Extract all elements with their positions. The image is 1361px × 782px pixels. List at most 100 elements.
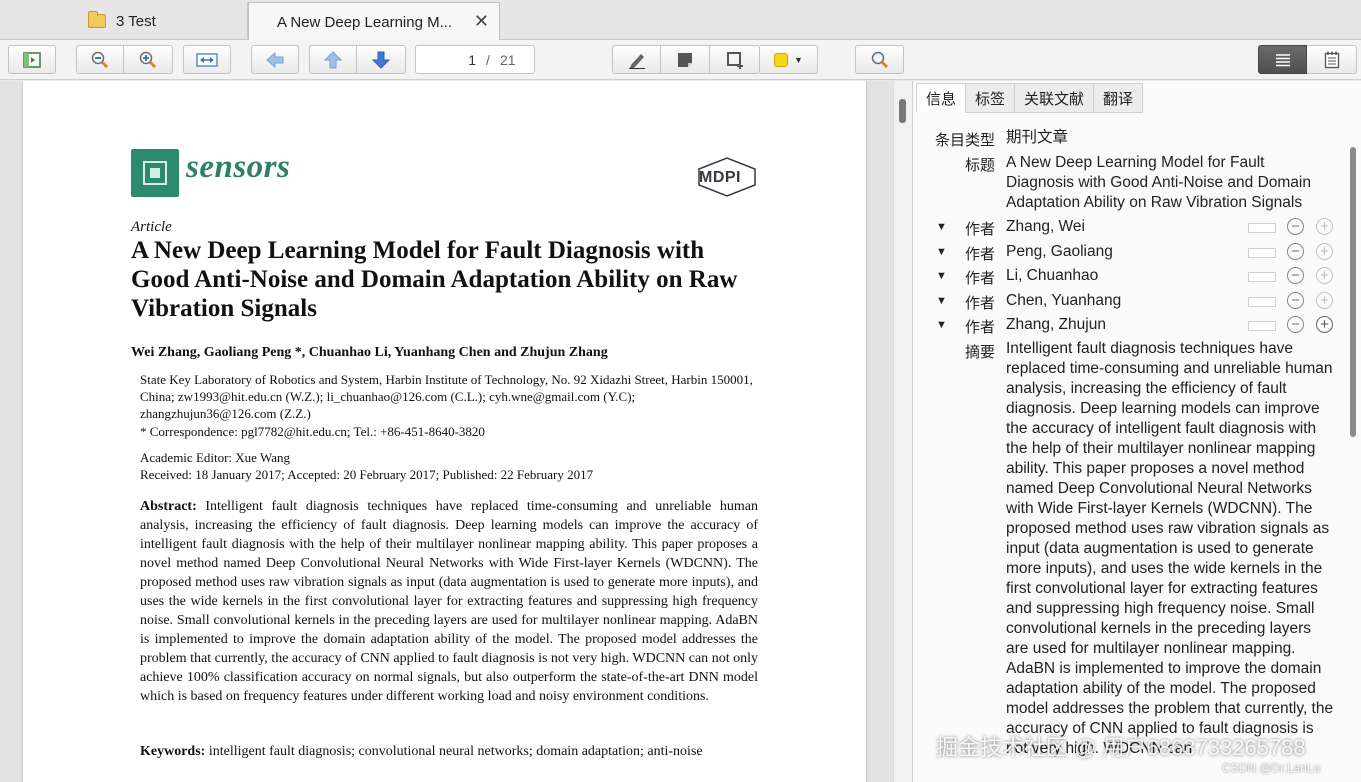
back-button[interactable] [251,45,299,74]
highlight-color-picker[interactable]: ▼ [760,45,818,74]
color-swatch [774,52,789,67]
journal-logo [131,149,179,197]
page-number-field[interactable]: 1 / 21 [415,45,535,74]
page-separator: / [486,52,490,68]
author-label[interactable]: 作者 [915,316,995,337]
page-total: 21 [500,52,516,68]
folder-icon [88,11,106,28]
area-select-button[interactable] [710,45,760,74]
page-number-input[interactable]: 1 [424,52,476,68]
abstract-label: Abstract: [140,499,197,514]
chevron-down-icon: ▼ [794,54,803,65]
article-type: Article [131,219,172,235]
publisher-name: MDPI [699,169,741,186]
abstract-value[interactable]: Intelligent fault diagnosis techniques h… [1006,339,1336,759]
name-mode-toggle[interactable] [1248,248,1276,258]
zoom-in-button[interactable] [124,45,173,74]
title-label: 标题 [964,157,995,174]
viewer-scroll-thumb[interactable] [899,99,906,123]
remove-author-button[interactable]: − [1287,218,1304,235]
pdf-viewer[interactable]: sensors MDPI Article A New Deep Learning… [0,81,893,782]
remove-author-button[interactable]: − [1287,316,1304,333]
reader-toolbar: 1 / 21 ▼ [0,40,1361,80]
tab-related[interactable]: 关联文献 [1014,83,1094,113]
publication-dates: Received: 18 January 2017; Accepted: 20 … [140,467,594,482]
notes-pane-toggle[interactable] [1307,45,1357,74]
search-icon [871,51,888,68]
tab-library[interactable]: 3 Test [0,2,248,40]
search-button[interactable] [855,45,904,74]
zoom-out-button[interactable] [76,45,124,74]
keywords-body: intelligent fault diagnosis; convolution… [208,744,703,759]
tab-translate[interactable]: 翻译 [1093,83,1144,113]
app-window: 3 Test A New Deep Learning M... ✕ 1 / 21… [0,0,1361,782]
item-pane-scroll-thumb[interactable] [1350,147,1356,437]
highlight-tool-button[interactable] [612,45,661,74]
name-mode-toggle[interactable] [1248,223,1276,233]
title-value[interactable]: A New Deep Learning Model for Fault Diag… [1006,153,1336,213]
note-icon [678,52,692,67]
area-select-icon [726,51,743,69]
name-mode-toggle[interactable] [1248,297,1276,307]
paper-keywords: Keywords: intelligent fault diagnosis; c… [140,744,780,760]
add-author-button[interactable]: + [1316,243,1333,260]
add-author-button[interactable]: + [1316,218,1333,235]
lines-icon [1275,53,1290,66]
arrow-left-icon [266,51,284,68]
author-name[interactable]: Peng, Gaoliang [1006,242,1113,262]
item-type-label: 条目类型 [934,132,995,149]
author-label[interactable]: 作者 [915,243,995,264]
tab-pdf-label: A New Deep Learning M... [277,13,453,31]
close-icon[interactable]: ✕ [474,11,489,32]
remove-author-button[interactable]: − [1287,267,1304,284]
previous-page-button[interactable] [309,45,357,74]
item-pane: 信息 标签 关联文献 翻译 条目类型 期刊文章 标题 A New Deep Le… [912,81,1361,782]
tab-library-label: 3 Test [116,12,156,30]
author-name[interactable]: Li, Chuanhao [1006,266,1098,286]
correspondence: * Correspondence: pgl7782@hit.edu.cn; Te… [140,424,485,439]
abstract-label: 摘要 [964,344,995,361]
author-name[interactable]: Zhang, Wei [1006,217,1085,237]
zoom-out-icon [91,51,109,68]
pdf-page: sensors MDPI Article A New Deep Learning… [23,81,866,782]
author-name[interactable]: Chen, Yuanhang [1006,291,1121,311]
name-mode-toggle[interactable] [1248,272,1276,282]
item-type-value[interactable]: 期刊文章 [1006,128,1068,148]
zoom-in-icon [139,51,157,68]
affiliation: State Key Laboratory of Robotics and Sys… [140,372,753,421]
tab-info[interactable]: 信息 [916,83,966,113]
name-mode-toggle[interactable] [1248,321,1276,331]
fit-width-icon [196,52,218,67]
remove-author-button[interactable]: − [1287,292,1304,309]
next-page-button[interactable] [357,45,406,74]
author-name[interactable]: Zhang, Zhujun [1006,315,1106,335]
author-label[interactable]: 作者 [915,218,995,239]
viewer-scrollbar[interactable] [893,81,912,782]
add-author-button[interactable]: + [1316,267,1333,284]
watermark: 掘金技术社区 @ 用户6863733265788 [936,735,1306,760]
watermark-caption: CSDN @Dr.LanLu [1222,761,1321,775]
academic-editor: Academic Editor: Xue Wang [140,450,290,465]
tab-pdf-reader[interactable]: A New Deep Learning M... ✕ [248,2,500,41]
keywords-label: Keywords: [140,744,206,759]
paper-title: A New Deep Learning Model for Fault Diag… [131,237,738,322]
note-tool-button[interactable] [661,45,710,74]
add-author-button[interactable]: + [1316,316,1333,333]
arrow-down-icon [372,51,390,69]
author-label[interactable]: 作者 [915,292,995,313]
toggle-sidebar-button[interactable] [8,45,56,74]
item-pane-tabs: 信息 标签 关联文献 翻译 [916,83,1144,113]
paper-authors: Wei Zhang, Gaoliang Peng *, Chuanhao Li,… [131,345,608,360]
fit-width-button[interactable] [183,45,231,74]
tab-tags[interactable]: 标签 [965,83,1015,113]
sidebar-toggle-icon [23,51,41,68]
item-pane-scrollbar[interactable] [1350,143,1358,782]
item-pane-toggle[interactable] [1258,45,1307,74]
notepad-icon [1324,51,1339,68]
author-label[interactable]: 作者 [915,267,995,288]
paper-abstract: Abstract: Intelligent fault diagnosis te… [140,497,758,706]
remove-author-button[interactable]: − [1287,243,1304,260]
tab-bar: 3 Test A New Deep Learning M... ✕ [0,0,1361,41]
add-author-button[interactable]: + [1316,292,1333,309]
pen-icon [628,53,645,69]
